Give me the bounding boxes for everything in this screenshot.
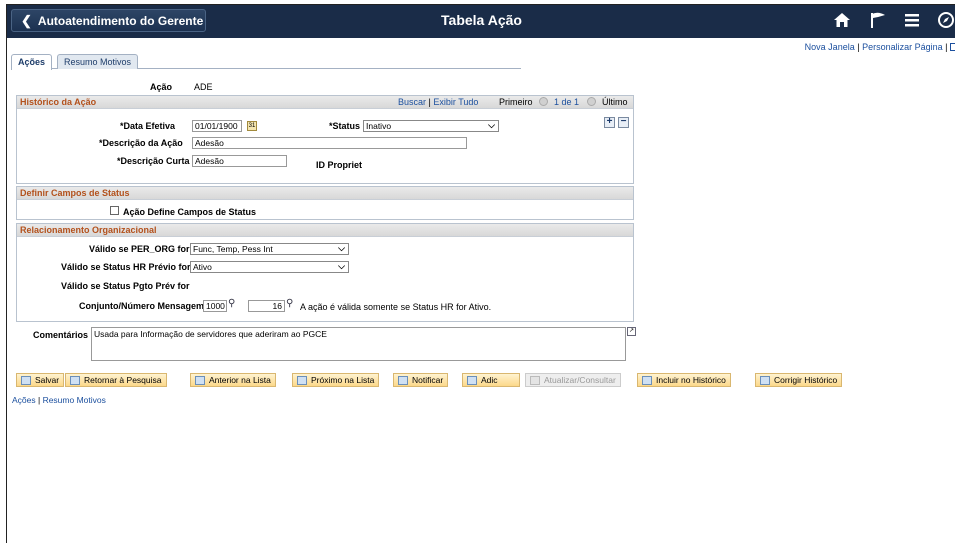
include-history-button[interactable]: Incluir no Histórico [637,373,731,387]
prev-row-icon[interactable] [539,97,548,106]
comentarios-label: Comentários [33,330,89,340]
next-icon [297,375,307,385]
historico-header: Histórico da Ação Buscar | Exibir Tudo P… [17,96,633,109]
correct-history-button[interactable]: Corrigir Histórico [755,373,843,387]
compass-icon[interactable] [937,11,955,33]
top-bar: ❮ Autoatendimento do Gerente Tabela Ação [7,5,955,38]
search-icon[interactable]: ⚲ [286,298,293,309]
save-button[interactable]: Salvar [16,373,65,387]
delete-row-button[interactable]: − [618,117,629,128]
descricao-curta-label: *Descrição Curta [117,156,190,166]
data-efetiva-input[interactable]: 01/01/1900 [192,120,242,132]
relacionamento-header: Relacionamento Organizacional [17,224,633,237]
save-label: Salvar [35,375,60,385]
include-history-label: Incluir no Histórico [656,375,726,385]
status-value: Inativo [366,121,392,131]
descricao-acao-label: *Descrição da Ação [99,138,183,148]
tab-resumo-motivos[interactable]: Resumo Motivos [57,54,139,69]
hr-previo-value: Ativo [193,262,212,272]
add-label: Adic [481,375,498,385]
status-select[interactable]: Inativo ⌵ [363,120,499,132]
new-window-link[interactable]: Nova Janela [805,42,855,52]
tab-acoes[interactable]: Ações [11,54,53,70]
previous-label: Anterior na Lista [209,375,271,385]
historico-title: Histórico da Ação [20,97,97,107]
add-row-button[interactable]: + [604,117,615,128]
previous-in-list-button[interactable]: Anterior na Lista [190,373,276,387]
primeiro-label: Primeiro [499,97,533,107]
per-org-select[interactable]: Func, Temp, Pess Int ⌵ [190,243,349,255]
acao-label: Ação [150,82,173,92]
top-links: Nova Janela | Personalizar Página | [805,42,955,52]
personalize-page-link[interactable]: Personalizar Página [862,42,943,52]
menu-icon[interactable] [904,11,920,33]
ultimo-label: Último [602,97,628,107]
chevron-down-icon: ⌵ [338,261,345,271]
bottom-links: Ações | Resumo Motivos [12,395,106,405]
buscar-link[interactable]: Buscar [398,97,426,107]
notify-label: Notificar [412,375,444,385]
notify-button[interactable]: Notificar [393,373,449,387]
next-label: Próximo na Lista [311,375,375,385]
hr-previo-select[interactable]: Ativo ⌵ [190,261,349,273]
search-icon[interactable]: ⚲ [228,298,235,309]
tab-bar: Ações Resumo Motivos [11,54,521,70]
bottom-link-acoes[interactable]: Ações [12,395,36,405]
add-button[interactable]: Adic [462,373,520,387]
acao-define-status-label: Ação Define Campos de Status [123,207,257,217]
chevron-down-icon: ⌵ [488,120,495,130]
notify-icon [398,375,408,385]
save-icon [21,375,31,385]
descricao-curta-input[interactable]: Adesão [192,155,287,167]
data-efetiva-label: *Data Efetiva [120,121,176,131]
status-fields-header: Definir Campos de Status [17,187,633,200]
id-propriet-label: ID Propriet [316,160,363,170]
flag-icon[interactable] [869,11,887,33]
row-count: 1 de 1 [554,97,580,107]
comentarios-textarea[interactable]: Usada para Informação de servidores que … [91,327,626,361]
correct-history-icon [760,375,770,385]
message-set-input[interactable]: 1000 [203,300,227,312]
hr-previo-label: Válido se Status HR Prévio for [61,262,191,272]
bottom-link-resumo-motivos[interactable]: Resumo Motivos [43,395,106,405]
acao-define-status-checkbox[interactable] [110,206,119,215]
next-row-icon[interactable] [587,97,596,106]
message-text: A ação é válida somente se Status HR for… [300,302,492,312]
next-in-list-button[interactable]: Próximo na Lista [292,373,380,387]
per-org-value: Func, Temp, Pess Int [193,244,273,254]
per-org-label: Válido se PER_ORG for [89,244,190,254]
page-title: Tabela Ação [441,12,522,28]
message-number-input[interactable]: 16 [248,300,285,312]
add-icon [467,375,477,385]
mensagem-label: Conjunto/Número Mensagem [79,301,205,311]
return-icon [70,375,80,385]
update-icon [530,375,540,385]
grid-icon[interactable] [950,43,955,51]
status-label: *Status [329,121,361,131]
acao-value: ADE [194,82,213,92]
pgto-previo-label: Válido se Status Pgto Prév for [61,281,190,291]
correct-history-label: Corrigir Histórico [774,375,838,385]
return-search-button[interactable]: Retornar à Pesquisa [65,373,167,387]
update-display-button[interactable]: Atualizar/Consultar [525,373,621,387]
previous-icon [195,375,205,385]
include-history-icon [642,375,652,385]
descricao-acao-input[interactable]: Adesão [192,137,467,149]
expand-icon[interactable]: ↗ [627,327,636,336]
chevron-down-icon: ⌵ [338,243,345,253]
home-icon[interactable] [833,11,851,33]
exibir-tudo-link[interactable]: Exibir Tudo [433,97,478,107]
calendar-icon[interactable]: 31 [247,121,257,131]
app-frame: ❮ Autoatendimento do Gerente Tabela Ação … [6,4,955,543]
status-fields-section: Definir Campos de Status [16,186,634,220]
return-label: Retornar à Pesquisa [84,375,162,385]
update-label: Atualizar/Consultar [544,375,616,385]
